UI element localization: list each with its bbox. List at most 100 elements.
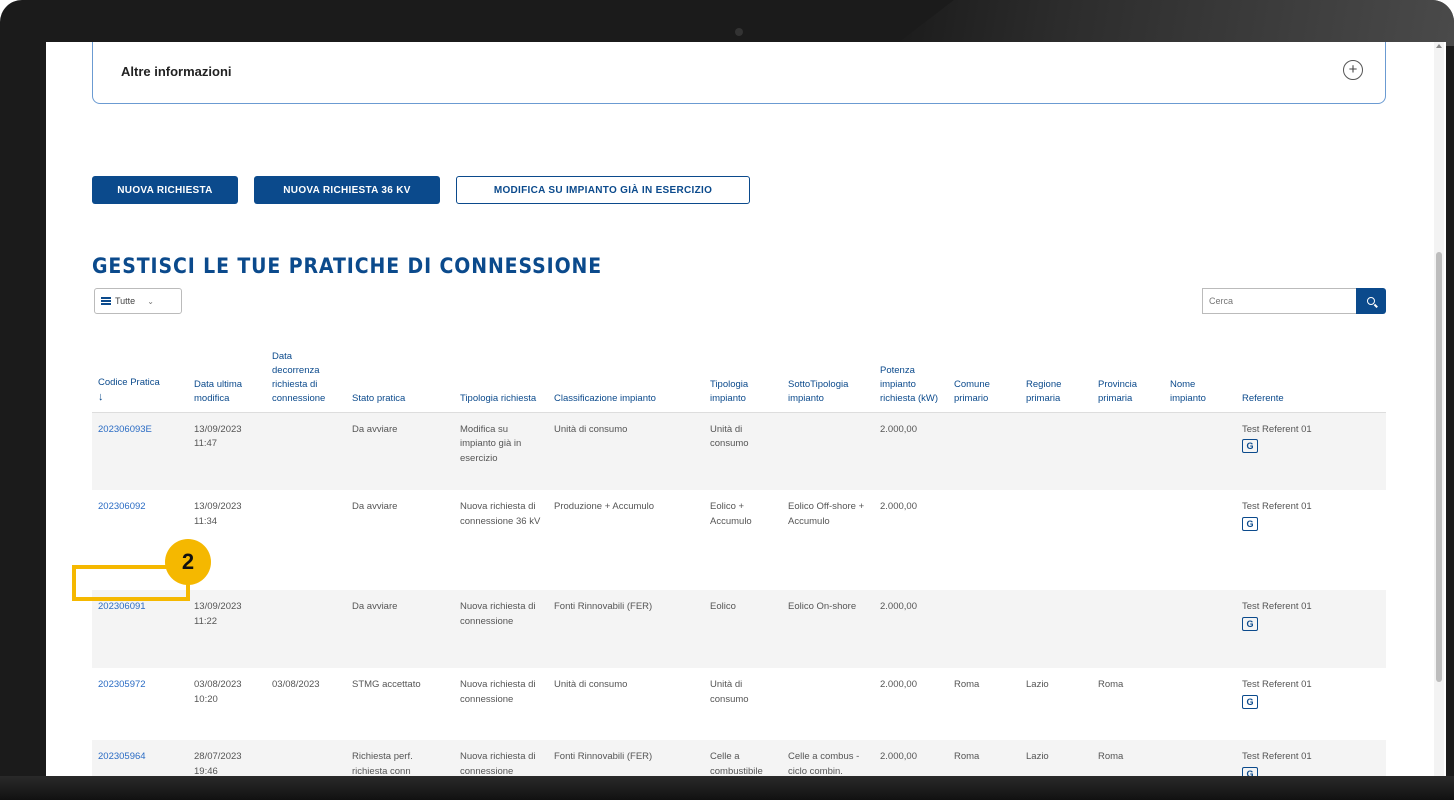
- cell-codice[interactable]: 202306091: [92, 590, 188, 668]
- col-header-regione[interactable]: Regione primaria: [1020, 330, 1092, 413]
- referent-detail-icon[interactable]: G: [1242, 439, 1258, 454]
- cell-data-modifica: 28/07/2023 19:46: [188, 740, 266, 776]
- pratica-code-link[interactable]: 202305972: [98, 679, 146, 690]
- cell-classificazione-text: Produzione + Accumulo: [554, 501, 655, 512]
- cell-data-decorrenza: [266, 490, 346, 590]
- cell-data-decorrenza-text: 03/08/2023: [272, 679, 320, 690]
- cell-tipologia-impianto: Celle a combustibile: [704, 740, 782, 776]
- cell-potenza-text: 2.000,00: [880, 601, 917, 612]
- cell-classificazione: Unità di consumo: [548, 668, 704, 740]
- page-title: GESTISCI LE TUE PRATICHE DI CONNESSIONE: [92, 254, 603, 278]
- col-header-stato[interactable]: Stato pratica: [346, 330, 454, 413]
- col-header-comune[interactable]: Comune primario: [948, 330, 1020, 413]
- cell-referente: Test Referent 01 G: [1236, 412, 1386, 490]
- cell-stato-text: Da avviare: [352, 601, 398, 612]
- cell-tipologia-richiesta: Nuova richiesta di connessione: [454, 668, 548, 740]
- pratica-code-link[interactable]: 202305964: [98, 751, 146, 762]
- cell-tipologia-impianto: Eolico + Accumulo: [704, 490, 782, 590]
- screen: Altre informazioni + NUOVA RICHIESTA NUO…: [46, 42, 1446, 776]
- chevron-down-icon: ⌄: [147, 296, 154, 306]
- cell-tipologia-richiesta-text: Nuova richiesta di connessione: [460, 601, 536, 627]
- table-row: 202306093E 13/09/2023 11:47 Da avviare Modi…: [92, 412, 1386, 490]
- cell-potenza-text: 2.000,00: [880, 751, 917, 762]
- search-input[interactable]: [1202, 288, 1356, 314]
- cell-regione-text: Lazio: [1026, 679, 1049, 690]
- cell-classificazione: Fonti Rinnovabili (FER): [548, 740, 704, 776]
- cell-tipologia-richiesta: Modifica su impianto già in esercizio: [454, 412, 548, 490]
- cell-provincia: Roma: [1092, 740, 1164, 776]
- cell-stato: Da avviare: [346, 490, 454, 590]
- cell-referente: Test Referent 01 G: [1236, 668, 1386, 740]
- altre-informazioni-panel[interactable]: Altre informazioni +: [92, 42, 1386, 104]
- cell-classificazione-text: Fonti Rinnovabili (FER): [554, 601, 653, 612]
- col-header-provincia[interactable]: Provincia primaria: [1092, 330, 1164, 413]
- cell-tipologia-impianto-text: Eolico: [710, 601, 736, 612]
- referent-detail-icon[interactable]: G: [1242, 616, 1258, 631]
- cell-codice[interactable]: 202306093E: [92, 412, 188, 490]
- col-header-sottotipologia[interactable]: SottoTipologia impianto: [782, 330, 874, 413]
- scrollbar[interactable]: [1434, 42, 1444, 776]
- cell-nome: [1164, 412, 1236, 490]
- scroll-up-icon[interactable]: [1436, 44, 1442, 48]
- cell-comune: [948, 412, 1020, 490]
- col-header-codice[interactable]: Codice Pratica ↓: [92, 330, 188, 413]
- referente-text: Test Referent 01: [1242, 501, 1312, 512]
- referente-text: Test Referent 01: [1242, 751, 1312, 762]
- search-button[interactable]: [1356, 288, 1386, 314]
- cell-comune: [948, 490, 1020, 590]
- cell-potenza: 2.000,00: [874, 490, 948, 590]
- cell-comune-text: Roma: [954, 751, 980, 762]
- col-header-referente[interactable]: Referente: [1236, 330, 1386, 413]
- cell-tipologia-impianto-text: Unità di consumo: [710, 679, 749, 705]
- col-header-potenza[interactable]: Potenza impianto richiesta (kW): [874, 330, 948, 413]
- cell-tipologia-richiesta: Nuova richiesta di connessione: [454, 740, 548, 776]
- referent-detail-icon[interactable]: G: [1242, 694, 1258, 709]
- cell-potenza-text: 2.000,00: [880, 423, 917, 435]
- cell-nome: [1164, 740, 1236, 776]
- cell-data-modifica-text: 13/09/2023 11:34: [194, 501, 242, 527]
- cell-data-decorrenza: 03/08/2023: [266, 668, 346, 740]
- col-header-classificazione[interactable]: Classificazione impianto: [548, 330, 704, 413]
- cell-provincia-text: Roma: [1098, 679, 1124, 690]
- col-header-data-decorrenza[interactable]: Data decorrenza richiesta di connessione: [266, 330, 346, 413]
- new-request-36kv-button[interactable]: NUOVA RICHIESTA 36 KV: [254, 176, 440, 204]
- referent-detail-icon[interactable]: G: [1242, 766, 1258, 776]
- referente-text: Test Referent 01: [1242, 423, 1312, 435]
- list-icon: [101, 297, 111, 305]
- filter-selected-value: Tutte: [115, 296, 136, 306]
- cell-data-modifica: 13/09/2023 11:22: [188, 590, 266, 668]
- pratica-code-link[interactable]: 202306092: [98, 501, 146, 512]
- sort-arrow-icon[interactable]: ↓: [98, 390, 182, 406]
- cell-data-modifica-text: 03/08/2023 10:20: [194, 679, 242, 705]
- scroll-thumb[interactable]: [1436, 252, 1442, 682]
- pratica-code-link[interactable]: 202306093E: [98, 424, 152, 435]
- cell-tipologia-richiesta: Nuova richiesta di connessione 36 kV: [454, 490, 548, 590]
- cell-codice[interactable]: 202305964: [92, 740, 188, 776]
- col-header-nome[interactable]: Nome impianto: [1164, 330, 1236, 413]
- referent-detail-icon[interactable]: G: [1242, 516, 1258, 531]
- cell-classificazione: Produzione + Accumulo: [548, 490, 704, 590]
- cell-potenza: 2.000,00: [874, 668, 948, 740]
- cell-sottotipologia-text: Celle a combus -ciclo combin.: [788, 751, 860, 776]
- col-header-data-modifica[interactable]: Data ultima modifica: [188, 330, 266, 413]
- cell-regione: Lazio: [1020, 740, 1092, 776]
- referente-text: Test Referent 01: [1242, 601, 1312, 612]
- col-header-tipologia-richiesta[interactable]: Tipologia richiesta: [454, 330, 548, 413]
- col-header-tipologia-impianto[interactable]: Tipologia impianto: [704, 330, 782, 413]
- cell-tipologia-impianto-text: Unità di consumo: [710, 423, 749, 450]
- cell-provincia: [1092, 490, 1164, 590]
- pratica-code-link[interactable]: 202306091: [98, 601, 146, 612]
- cell-comune-text: Roma: [954, 679, 980, 690]
- cell-classificazione: Fonti Rinnovabili (FER): [548, 590, 704, 668]
- cell-codice[interactable]: 202305972: [92, 668, 188, 740]
- new-request-button[interactable]: NUOVA RICHIESTA: [92, 176, 238, 204]
- cell-tipologia-impianto-text: Celle a combustibile: [710, 751, 763, 776]
- filter-select[interactable]: Tutte ⌄: [94, 288, 182, 314]
- table-row: 202305972 03/08/2023 10:20 03/08/2023 STMG …: [92, 668, 1386, 740]
- search-icon: [1367, 297, 1375, 305]
- cell-tipologia-impianto: Eolico: [704, 590, 782, 668]
- modify-existing-plant-button[interactable]: MODIFICA SU IMPIANTO GIÀ IN ESERCIZIO: [456, 176, 750, 204]
- cell-tipologia-richiesta-text: Nuova richiesta di connessione: [460, 679, 536, 705]
- cell-referente: Test Referent 01 G: [1236, 490, 1386, 590]
- expand-plus-icon[interactable]: +: [1343, 60, 1363, 80]
